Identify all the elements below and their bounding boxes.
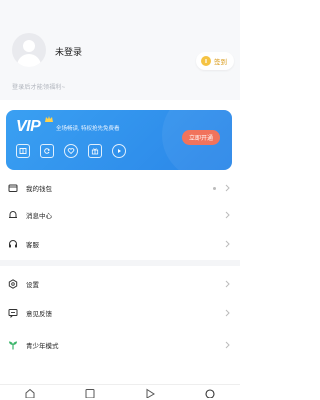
login-title[interactable]: 未登录 xyxy=(55,45,82,58)
section-divider xyxy=(0,260,240,266)
chevron-right-icon xyxy=(225,240,230,248)
vip-logo: VIP xyxy=(16,118,41,135)
video-tab-icon[interactable] xyxy=(144,388,156,398)
chevron-right-icon xyxy=(225,211,230,219)
menu-item-teen-mode[interactable]: 青少年模式 xyxy=(0,333,240,357)
gift-icon xyxy=(88,144,102,158)
refresh-icon xyxy=(40,144,54,158)
sprout-icon xyxy=(9,341,17,350)
bell-icon xyxy=(9,211,17,218)
home-tab-icon[interactable] xyxy=(24,388,36,398)
login-hint: 登录后才能领福利~ xyxy=(12,85,66,91)
signin-label: 签到 xyxy=(214,59,227,66)
menu-item-customer-service[interactable]: 客服 xyxy=(0,232,240,256)
book-icon xyxy=(16,144,30,158)
bottom-tab-bar xyxy=(0,384,240,400)
wallet-icon xyxy=(8,184,18,192)
headset-icon xyxy=(9,240,17,248)
vip-card[interactable]: VIP 全场畅读, 特权抢先免费看 立即开通 xyxy=(6,110,232,170)
menu-label: 设置 xyxy=(26,282,39,289)
notification-dot xyxy=(213,186,216,190)
menu-label: 消息中心 xyxy=(26,213,52,220)
chevron-right-icon xyxy=(225,280,230,288)
avatar[interactable] xyxy=(12,33,46,67)
menu-label: 我的钱包 xyxy=(26,186,52,193)
menu-item-wallet[interactable]: 我的钱包 xyxy=(0,176,240,200)
bookshelf-tab-icon[interactable] xyxy=(84,388,96,398)
vip-description: 全场畅读, 特权抢先免费看 xyxy=(56,126,120,132)
vip-open-button[interactable]: 立即开通 xyxy=(181,130,220,145)
menu-label: 客服 xyxy=(26,242,39,249)
menu-label: 意见反馈 xyxy=(26,311,52,318)
menu-item-settings[interactable]: 设置 xyxy=(0,272,240,296)
coin-icon xyxy=(201,56,211,66)
chevron-right-icon xyxy=(225,184,230,192)
signin-button[interactable]: 签到 xyxy=(196,52,234,70)
crown-icon xyxy=(45,116,53,122)
play-icon xyxy=(112,144,126,158)
settings-icon xyxy=(8,279,18,289)
chevron-right-icon xyxy=(225,341,230,349)
menu-item-messages[interactable]: 消息中心 xyxy=(0,203,240,227)
feedback-icon xyxy=(8,309,18,318)
profile-tab-icon[interactable] xyxy=(204,388,216,398)
heart-icon xyxy=(64,144,78,158)
menu-label: 青少年模式 xyxy=(26,343,59,350)
menu-item-feedback[interactable]: 意见反馈 xyxy=(0,301,240,325)
chevron-right-icon xyxy=(225,309,230,317)
